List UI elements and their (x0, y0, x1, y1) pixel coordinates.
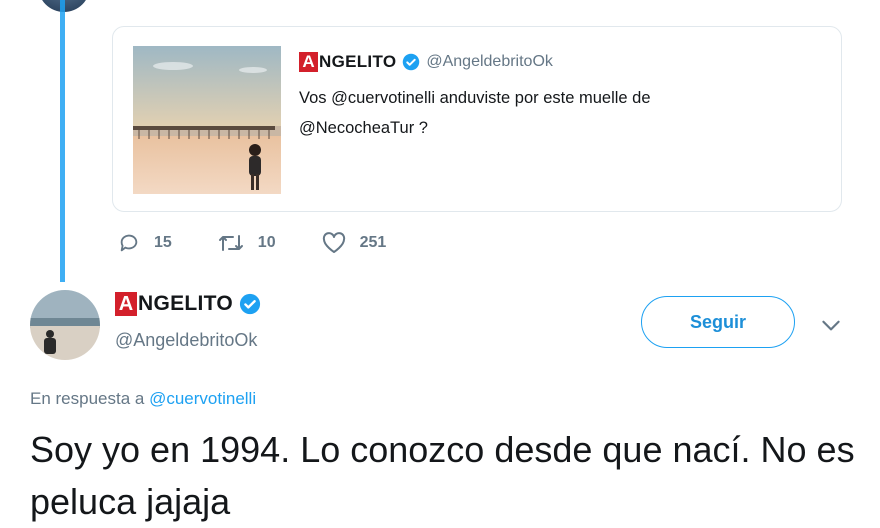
reply-action[interactable]: 15 (118, 232, 172, 254)
reply-count: 15 (154, 234, 172, 251)
quoted-tweet-text: Vos @cuervotinelli anduviste por este mu… (299, 83, 819, 143)
author-handle[interactable]: @AngeldebritoOk (115, 330, 257, 351)
quoted-text-line-2: @NecocheaTur ? (299, 119, 428, 137)
tweet-actions: 15 10 251 (118, 232, 432, 254)
name-badge-letter: A (299, 52, 318, 72)
quoted-tweet-card[interactable]: A NGELITO @AngeldebritoOk Vos @cuervotin… (112, 26, 842, 212)
retweet-icon (218, 235, 243, 251)
retweet-count: 10 (257, 234, 276, 251)
like-action[interactable]: 251 (322, 232, 387, 254)
reply-mention-link[interactable]: @cuervotinelli (149, 389, 256, 408)
tweet-text: Soy yo en 1994. Lo conozco desde que nac… (30, 429, 855, 522)
follow-button[interactable]: Seguir (641, 296, 795, 348)
retweet-action[interactable]: 10 (218, 232, 276, 254)
verified-badge-icon (403, 53, 420, 71)
quoted-tweet-header: A NGELITO @AngeldebritoOk (299, 51, 553, 73)
quoted-tweet-image[interactable] (133, 46, 281, 194)
like-count: 251 (359, 234, 387, 251)
verified-badge-icon (239, 293, 261, 315)
author-name[interactable]: NGELITO (138, 292, 233, 316)
author-name-row: A NGELITO (115, 292, 267, 316)
reply-context: En respuesta a @cuervotinelli (30, 389, 256, 409)
quoted-text-line-1: Vos @cuervotinelli anduviste por este mu… (299, 89, 651, 107)
name-badge-letter: A (115, 292, 137, 316)
quoted-author-name[interactable]: NGELITO (319, 52, 396, 72)
quoted-author-handle[interactable]: @AngeldebritoOk (426, 53, 553, 71)
chevron-down-icon[interactable] (818, 312, 844, 338)
thread-line (60, 0, 65, 282)
reply-prefix: En respuesta a (30, 389, 145, 408)
author-avatar[interactable] (30, 290, 100, 360)
heart-icon (322, 232, 345, 253)
reply-icon (120, 234, 138, 252)
